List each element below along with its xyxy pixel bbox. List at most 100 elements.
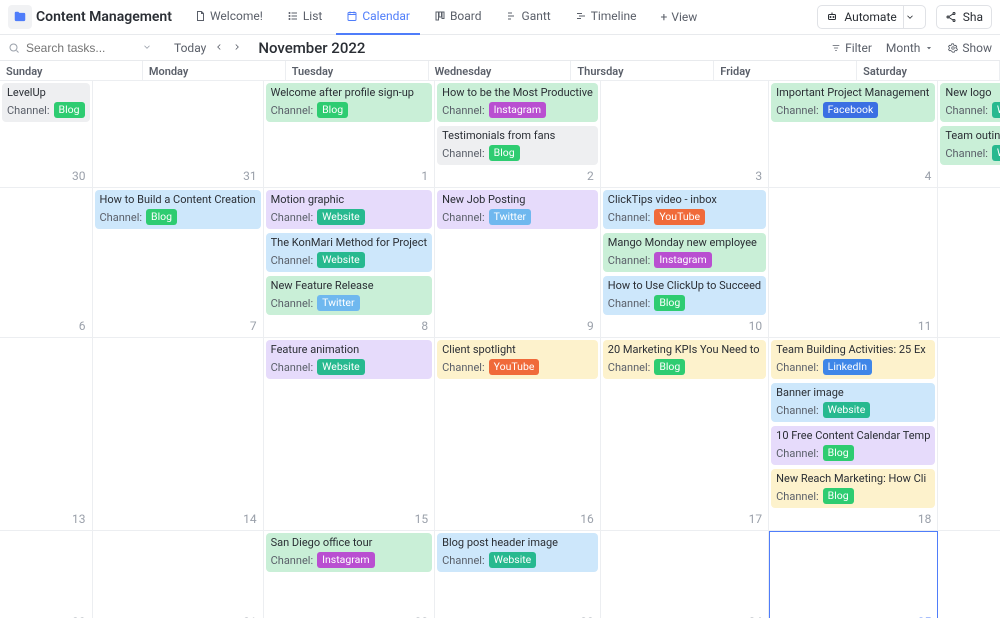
channel-chip: Website — [992, 102, 1000, 118]
calendar-event[interactable]: 20 Marketing KPIs You Need toChannel:Blo… — [603, 340, 766, 379]
calendar-event[interactable]: Testimonials from fansChannel:Blog — [437, 126, 598, 165]
channel-chip: Website — [489, 552, 537, 568]
prev-month-button[interactable] — [214, 41, 224, 55]
calendar-cell[interactable]: 19 — [938, 338, 1000, 531]
today-button[interactable]: Today — [174, 41, 206, 55]
tab-board[interactable]: Board — [424, 0, 492, 35]
calendar-cell[interactable]: 25 — [769, 531, 938, 618]
calendar-cell[interactable]: Motion graphicChannel:Website The KonMari… — [264, 188, 436, 338]
calendar-event[interactable]: Motion graphicChannel:Website — [266, 190, 433, 229]
filter-bar: Today November 2022 Filter Month Show — [0, 35, 1000, 61]
calendar-cell[interactable]: 21 — [93, 531, 264, 618]
calendar-event[interactable]: New logoChannel:Website — [940, 83, 1000, 122]
event-channel-label: Channel: — [442, 104, 485, 117]
automate-label: Automate — [844, 10, 896, 24]
caret-down-icon — [924, 43, 934, 53]
calendar-event[interactable]: New Job PostingChannel:Twitter — [437, 190, 598, 229]
calendar-event[interactable]: Blog post header imageChannel:Website — [437, 533, 598, 572]
calendar-grid: LevelUpChannel:Blog3031Welcome after pro… — [0, 81, 1000, 618]
calendar-cell[interactable]: How to be the Most ProductiveChannel:Ins… — [435, 81, 601, 188]
tab-gantt[interactable]: Gantt — [496, 0, 561, 35]
calendar-event[interactable]: Mango Monday new employeeChannel:Instagr… — [603, 233, 766, 272]
calendar-cell[interactable]: 20 Marketing KPIs You Need toChannel:Blo… — [601, 338, 769, 531]
weekday-header: Friday — [714, 61, 857, 81]
calendar-cell[interactable]: LevelUpChannel:Blog30 — [0, 81, 93, 188]
calendar-cell[interactable]: 31 — [93, 81, 264, 188]
calendar-cell[interactable]: Blog post header imageChannel:Website23 — [435, 531, 601, 618]
folder-icon — [13, 10, 27, 24]
calendar-cell[interactable]: 24 — [601, 531, 769, 618]
event-channel-label: Channel: — [271, 104, 314, 117]
calendar-event[interactable]: Team outingChannel:Website — [940, 126, 1000, 165]
calendar-cell[interactable]: ClickTips video - inboxChannel:YouTube Ma… — [601, 188, 769, 338]
calendar-event[interactable]: How to be the Most ProductiveChannel:Ins… — [437, 83, 598, 122]
calendar-cell[interactable]: 12 — [938, 188, 1000, 338]
calendar-cell[interactable]: 13 — [0, 338, 93, 531]
calendar-cell[interactable]: New Job PostingChannel:Twitter9 — [435, 188, 601, 338]
day-number: 31 — [243, 169, 257, 183]
tab-timeline[interactable]: Timeline — [565, 0, 647, 35]
calendar-cell[interactable]: 14 — [93, 338, 264, 531]
event-title: Feature animation — [271, 343, 428, 357]
chevron-down-icon[interactable] — [903, 5, 917, 29]
automate-button[interactable]: Automate — [817, 5, 925, 29]
day-number: 11 — [918, 319, 932, 333]
tab-welcome[interactable]: Welcome! — [184, 0, 273, 35]
day-number: 4 — [925, 169, 932, 183]
event-channel-label: Channel: — [945, 147, 988, 160]
calendar-event[interactable]: The KonMari Method for ProjectChannel:We… — [266, 233, 433, 272]
tab-label: Board — [450, 9, 482, 23]
event-channel-label: Channel: — [442, 147, 485, 160]
calendar-event[interactable]: Team Building Activities: 25 ExChannel:L… — [771, 340, 935, 379]
calendar-event[interactable]: Banner imageChannel:Website — [771, 383, 935, 422]
filter-button[interactable]: Filter — [831, 41, 872, 55]
calendar-cell[interactable]: San Diego office tourChannel:Instagram22 — [264, 531, 436, 618]
calendar-event[interactable]: Important Project ManagementChannel:Face… — [771, 83, 935, 122]
calendar-cell[interactable]: Feature animationChannel:Website15 — [264, 338, 436, 531]
calendar-cell[interactable]: New logoChannel:Website Team outingChanne… — [938, 81, 1000, 188]
weekday-header: Wednesday — [429, 61, 572, 81]
day-number: 1 — [421, 169, 428, 183]
event-title: New Reach Marketing: How Cli — [776, 472, 930, 486]
calendar-event[interactable]: How to Build a Content CreationChannel:B… — [95, 190, 261, 229]
calendar-cell[interactable]: 11 — [769, 188, 938, 338]
event-title: Client spotlight — [442, 343, 593, 357]
calendar-event[interactable]: New Reach Marketing: How CliChannel:Blog — [771, 469, 935, 508]
calendar-cell[interactable]: How to Build a Content CreationChannel:B… — [93, 188, 264, 338]
current-month-label: November 2022 — [258, 39, 365, 57]
calendar-event[interactable]: LevelUpChannel:Blog — [2, 83, 90, 122]
search-input[interactable] — [26, 41, 136, 55]
folder-icon-button[interactable] — [8, 5, 32, 29]
show-options-button[interactable]: Show — [948, 41, 992, 55]
calendar-cell[interactable]: Important Project ManagementChannel:Face… — [769, 81, 938, 188]
event-title: LevelUp — [7, 86, 85, 100]
calendar-event[interactable]: ClickTips video - inboxChannel:YouTube — [603, 190, 766, 229]
event-channel-label: Channel: — [271, 297, 314, 310]
calendar-event[interactable]: 10 Free Content Calendar TempChannel:Blo… — [771, 426, 935, 465]
event-title: How to Build a Content Creation — [100, 193, 256, 207]
calendar-cell[interactable]: 20 — [0, 531, 93, 618]
calendar-cell[interactable]: 3 — [601, 81, 769, 188]
tab-calendar[interactable]: Calendar — [336, 0, 420, 35]
calendar-event[interactable]: How to Use ClickUp to SucceedChannel:Blo… — [603, 276, 766, 315]
tab-list[interactable]: List — [277, 0, 333, 35]
channel-chip: Website — [317, 252, 365, 268]
add-view-button[interactable]: + View — [651, 10, 708, 24]
calendar-event[interactable]: Welcome after profile sign-upChannel:Blo… — [266, 83, 433, 122]
calendar-event[interactable]: Client spotlightChannel:YouTube — [437, 340, 598, 379]
calendar-event[interactable]: Feature animationChannel:Website — [266, 340, 433, 379]
calendar-cell[interactable]: Client spotlightChannel:YouTube16 — [435, 338, 601, 531]
search-box[interactable] — [8, 41, 158, 55]
next-month-button[interactable] — [232, 41, 242, 55]
share-button[interactable]: Sha — [936, 5, 992, 29]
calendar-cell[interactable]: Team Building Activities: 25 ExChannel:L… — [769, 338, 938, 531]
calendar-event[interactable]: San Diego office tourChannel:Instagram — [266, 533, 433, 572]
weekday-header: Sunday — [0, 61, 143, 81]
range-dropdown[interactable]: Month — [886, 41, 934, 55]
calendar-cell[interactable]: Welcome after profile sign-upChannel:Blo… — [264, 81, 436, 188]
day-number: 8 — [421, 319, 428, 333]
calendar-cell[interactable]: 26 — [938, 531, 1000, 618]
calendar-cell[interactable]: 6 — [0, 188, 93, 338]
search-options-caret[interactable] — [142, 41, 152, 55]
calendar-event[interactable]: New Feature ReleaseChannel:Twitter — [266, 276, 433, 315]
